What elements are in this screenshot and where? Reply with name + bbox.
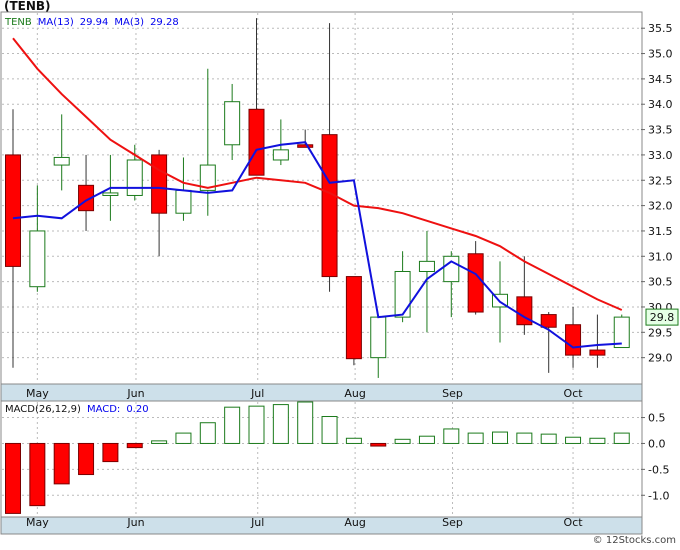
candle-body-up xyxy=(443,255,460,283)
candle-body-down xyxy=(248,108,265,176)
macd-bar-negative xyxy=(102,442,119,463)
x-tick-label: Jul xyxy=(250,387,264,400)
macd-bar-negative xyxy=(53,442,70,485)
macd-tick-label: -0.5 xyxy=(648,463,669,476)
legend-item: MACD(26,12,9) xyxy=(5,404,81,415)
macd-legend: MACD(26,12,9) MACD: 0.20 xyxy=(5,404,149,415)
price-tick-label: 32.0 xyxy=(648,200,673,213)
macd-bar-positive xyxy=(224,406,241,444)
candle-body-down xyxy=(321,134,338,278)
macd-bar-negative xyxy=(370,442,387,447)
macd-bar-positive xyxy=(272,404,289,444)
candle-body-down xyxy=(345,276,362,360)
legend-item: 0.20 xyxy=(126,404,148,415)
candle xyxy=(345,276,362,366)
price-tick-label: 29.5 xyxy=(648,326,673,339)
macd-bar-positive xyxy=(565,436,582,444)
date-axis-bar-top xyxy=(0,383,643,402)
x-tick-label: Sep xyxy=(442,387,463,400)
macd-bar-negative xyxy=(78,442,95,476)
price-tick-label: 29.0 xyxy=(648,352,673,365)
macd-bar-positive xyxy=(175,432,192,444)
x-tick-label: Jul xyxy=(250,516,264,529)
macd-bar-positive xyxy=(321,416,338,444)
last-price-label: 29.8 xyxy=(650,311,675,324)
candle-body-up xyxy=(224,101,241,146)
chart-title: (TENB) xyxy=(4,0,51,13)
price-tick-label: 31.0 xyxy=(648,250,673,263)
price-tick-label: 33.0 xyxy=(648,149,673,162)
macd-bar-positive xyxy=(589,437,606,444)
price-tick-label: 33.5 xyxy=(648,124,673,137)
x-tick-label: Sep xyxy=(442,516,463,529)
macd-bar-positive xyxy=(248,405,265,444)
watermark: © 12Stocks.com xyxy=(593,535,676,546)
candle-body-up xyxy=(126,159,143,196)
candle-body-up xyxy=(53,156,70,166)
macd-bar-positive xyxy=(492,431,508,444)
macd-bar-positive xyxy=(516,432,533,444)
date-axis-bar-bottom xyxy=(0,516,643,535)
x-tick-label: Jun xyxy=(126,516,144,529)
candle-body-up xyxy=(272,149,289,161)
x-tick-label: Aug xyxy=(344,516,365,529)
macd-bar-negative xyxy=(5,442,21,514)
macd-bar-negative xyxy=(126,442,143,449)
legend-item: MACD: xyxy=(87,404,120,415)
macd-bar-positive xyxy=(418,435,435,444)
price-tick-label: 35.5 xyxy=(648,22,673,35)
price-tick-label: 35.0 xyxy=(648,48,673,61)
price-tick-label: 34.5 xyxy=(648,73,673,86)
chart-canvas: 29.029.530.030.531.031.532.032.533.033.5… xyxy=(0,0,680,546)
price-tick-label: 30.5 xyxy=(648,276,673,289)
candle xyxy=(613,314,630,349)
candle-body-down xyxy=(297,144,314,148)
macd-bar-positive xyxy=(394,438,411,444)
macd-bar-positive xyxy=(443,428,460,444)
legend-item: MA(13) xyxy=(38,17,74,28)
x-tick-label: May xyxy=(26,387,49,400)
macd-tick-label: 0.5 xyxy=(648,412,666,425)
candle-body-down xyxy=(540,314,557,328)
candle-body-up xyxy=(418,260,435,272)
candle-body-down xyxy=(589,349,606,356)
candle-body-up xyxy=(175,189,192,214)
macd-bar-positive xyxy=(297,401,314,444)
legend-item: 29.94 xyxy=(80,17,109,28)
price-tick-label: 32.5 xyxy=(648,174,673,187)
x-tick-label: May xyxy=(26,516,49,529)
x-tick-label: Oct xyxy=(564,387,584,400)
macd-bar-positive xyxy=(199,422,216,444)
candle-body-down xyxy=(467,253,484,313)
legend-item: TENB xyxy=(4,17,32,28)
candle-body-up xyxy=(394,270,411,318)
candle-body-down xyxy=(565,324,582,356)
macd-bar-positive xyxy=(540,433,557,444)
macd-bar-positive xyxy=(151,440,168,444)
candle-body-down xyxy=(5,154,21,267)
price-tick-label: 34.0 xyxy=(648,98,673,111)
macd-bar-positive xyxy=(613,432,630,444)
x-tick-label: Jun xyxy=(126,387,144,400)
last-price-tag: 29.8 xyxy=(645,308,679,326)
x-tick-label: Aug xyxy=(344,387,365,400)
candle-body-up xyxy=(102,192,119,196)
macd-bar-negative xyxy=(29,442,46,507)
macd-tick-label: 0.0 xyxy=(648,437,666,450)
legend-item: MA(3) xyxy=(114,17,144,28)
candle-body-up xyxy=(370,316,387,359)
candle-body-up xyxy=(29,230,46,288)
macd-panel-frame xyxy=(0,400,643,518)
candle-body-down xyxy=(151,154,168,214)
macd-bar-positive xyxy=(467,432,484,444)
x-tick-label: Oct xyxy=(564,516,584,529)
price-legend: TENB MA(13) 29.94 MA(3) 29.28 xyxy=(4,17,179,28)
legend-item: 29.28 xyxy=(150,17,179,28)
macd-tick-label: -1.0 xyxy=(648,489,669,502)
price-tick-label: 31.5 xyxy=(648,225,673,238)
macd-bar-positive xyxy=(345,437,362,444)
stock-chart: 29.0 29.5 30.0 30.5 31.0 31.5 32.0 32.5 33.0 33.5… xyxy=(0,0,680,546)
